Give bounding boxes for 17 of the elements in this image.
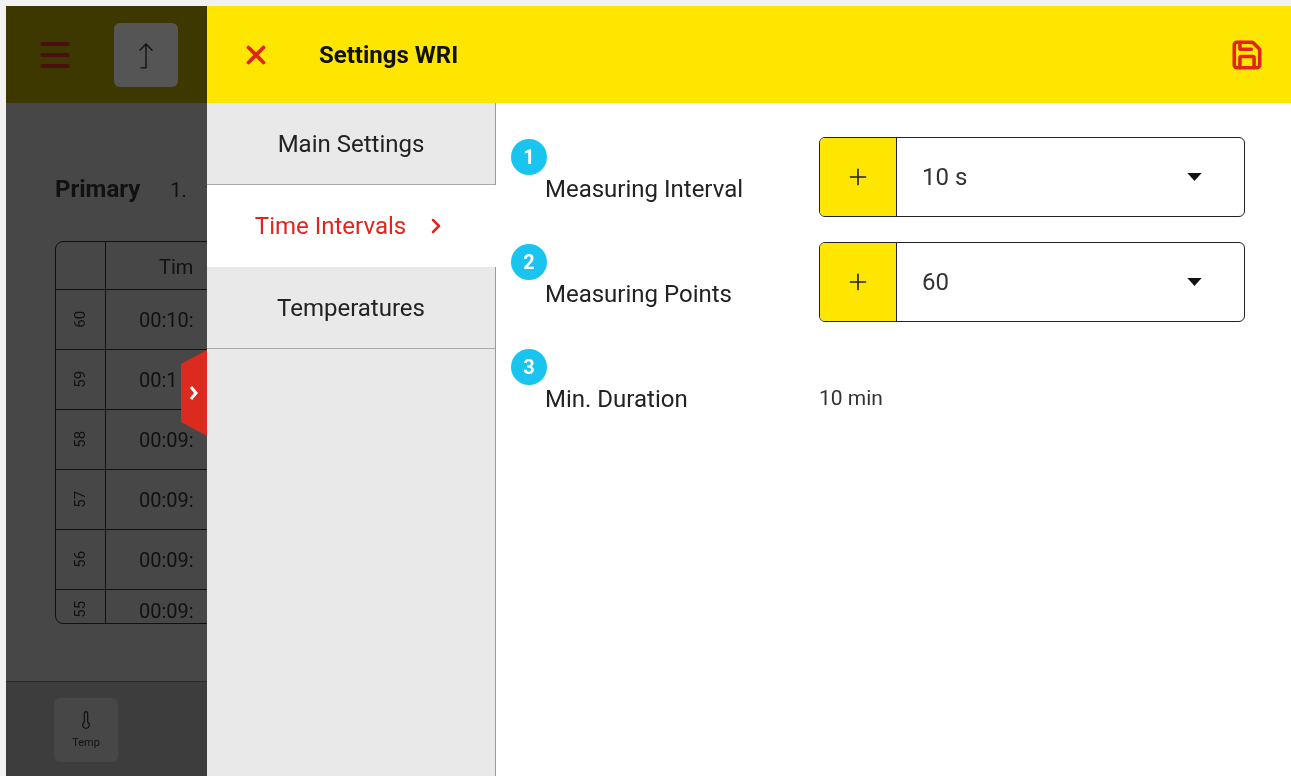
nav-tab[interactable]: Time Intervals — [207, 185, 496, 267]
field-label: Measuring Interval — [545, 174, 744, 205]
field-label: Min. Duration — [545, 384, 688, 415]
step-number: 3 — [511, 349, 547, 385]
field-label: Measuring Points — [545, 279, 732, 310]
value-select[interactable]: 10 s — [819, 137, 1245, 217]
dropdown-caret-icon — [1187, 173, 1202, 181]
dropdown-caret-icon — [1187, 278, 1202, 286]
value-select[interactable]: 60 — [819, 242, 1245, 322]
step-number: 1 — [511, 139, 547, 175]
field-value: 10 min — [819, 385, 883, 413]
step-number: 2 — [511, 244, 547, 280]
select-value: 10 s — [921, 162, 969, 193]
add-button[interactable] — [820, 138, 897, 216]
add-button[interactable] — [820, 243, 897, 321]
select-value: 60 — [921, 267, 950, 298]
panel-title: Settings WRI — [319, 39, 459, 71]
